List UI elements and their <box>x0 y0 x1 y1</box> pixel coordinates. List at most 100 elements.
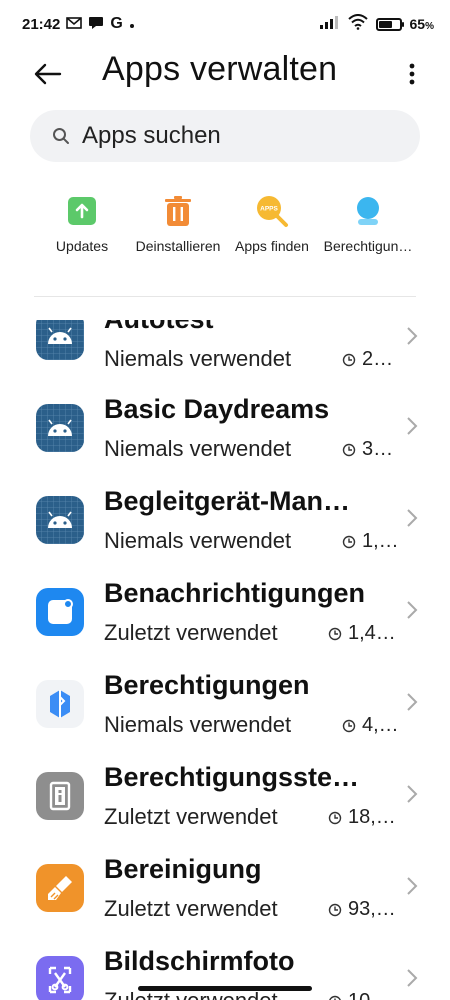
screenshot-app-icon <box>36 956 84 1000</box>
search-input[interactable] <box>80 121 384 151</box>
app-size-value: 18,… <box>348 806 396 828</box>
app-size: 4,… <box>342 714 399 737</box>
app-size-value: 4,… <box>362 714 399 736</box>
chevron-right-icon <box>407 509 418 527</box>
status-time: 21:42 <box>22 15 61 33</box>
status-right: 65% <box>319 14 434 34</box>
permission-icon <box>351 194 385 228</box>
app-name: Berechtigungsste… <box>104 762 360 792</box>
app-header: Apps verwalten <box>0 48 450 100</box>
quick-actions: Updates Deinstallieren APPS Apps finden … <box>0 190 450 270</box>
action-updates[interactable]: Updates <box>27 190 137 254</box>
app-name: Benachrichtigungen <box>104 578 366 608</box>
app-size: 1,4… <box>328 622 396 645</box>
wifi-icon <box>347 14 368 34</box>
android-icon <box>36 496 84 544</box>
app-status: Zuletzt verwendet <box>104 804 278 829</box>
app-size-value: 2… <box>362 348 394 370</box>
permissions-app-icon <box>36 680 84 728</box>
page-title: Apps verwalten <box>102 50 338 88</box>
clock-icon <box>328 627 342 640</box>
action-find-apps[interactable]: APPS Apps finden <box>217 190 327 254</box>
app-size-value: 93,… <box>348 898 396 920</box>
app-status: Zuletzt verwendet <box>104 896 278 921</box>
app-name: Basic Daydreams <box>104 394 330 424</box>
more-options-button[interactable] <box>398 56 426 92</box>
app-name: Bildschirmfoto <box>104 946 295 976</box>
divider <box>34 296 416 297</box>
app-size: 2… <box>342 348 393 371</box>
app-size: 3… <box>342 438 393 461</box>
app-size-value: 1,… <box>362 530 399 552</box>
notification-app-icon <box>36 588 84 636</box>
cleaner-app-icon <box>36 864 84 912</box>
battery-text: 65% <box>410 16 434 32</box>
app-status: Niemals verwendet <box>104 436 292 461</box>
apps-icon-text: APPS <box>260 206 278 213</box>
list-item[interactable]: Bereinigung Zuletzt verwendet 93,… <box>0 852 450 944</box>
chevron-right-icon <box>407 969 418 987</box>
dot-icon <box>129 17 135 32</box>
mail-icon <box>66 16 83 32</box>
chevron-right-icon <box>407 785 418 803</box>
list-item[interactable]: Benachrichtigungen Zuletzt verwendet 1,4… <box>0 576 450 668</box>
app-status: Niemals verwendet <box>104 528 292 553</box>
search-icon <box>53 128 69 144</box>
app-status: Niemals verwendet <box>104 712 292 737</box>
search-bar[interactable] <box>30 110 420 162</box>
app-name: Bereinigung <box>104 854 262 884</box>
app-size: 93,… <box>328 898 396 921</box>
chevron-right-icon <box>407 877 418 895</box>
list-item[interactable]: Autotest Niemals verwendet 2… <box>0 320 450 392</box>
clock-icon <box>342 535 356 548</box>
app-size: 1,… <box>342 530 399 553</box>
chevron-right-icon <box>407 601 418 619</box>
google-icon: G <box>110 15 123 32</box>
chevron-right-icon <box>407 327 418 345</box>
action-permissions[interactable]: Berechtigun… <box>313 190 423 254</box>
back-arrow-icon <box>34 63 62 85</box>
apps-search-icon: APPS <box>255 194 289 228</box>
action-label: Apps finden <box>235 238 309 254</box>
clock-icon <box>342 353 356 366</box>
android-icon <box>36 320 84 360</box>
status-bar: 21:42 G 65% <box>0 0 450 48</box>
battery-percent-symbol: % <box>425 21 434 32</box>
chevron-right-icon <box>407 693 418 711</box>
status-left: 21:42 G <box>22 15 135 33</box>
trash-icon <box>161 194 195 228</box>
app-size: 10,… <box>328 990 396 1000</box>
app-size-value: 3… <box>362 438 394 460</box>
signal-icon <box>319 15 340 33</box>
upload-icon <box>65 194 99 228</box>
more-vertical-icon <box>409 63 415 85</box>
list-item[interactable]: Berechtigungen Niemals verwendet 4,… <box>0 668 450 760</box>
list-item[interactable]: Berechtigungsste… Zuletzt verwendet 18,… <box>0 760 450 852</box>
clock-icon <box>342 443 356 456</box>
list-item[interactable]: Bildschirmfoto Zuletzt verwendet 10,… <box>0 944 450 1000</box>
clock-icon <box>328 995 342 1000</box>
app-status: Zuletzt verwendet <box>104 620 278 645</box>
message-icon <box>88 16 104 33</box>
list-item[interactable]: Basic Daydreams Niemals verwendet 3… <box>0 392 450 484</box>
app-list: Autotest Niemals verwendet 2… Basic Dayd… <box>0 320 450 1000</box>
app-name: Autotest <box>104 320 214 335</box>
chevron-right-icon <box>407 417 418 435</box>
battery-icon <box>375 17 404 31</box>
app-status: Niemals verwendet <box>104 346 292 371</box>
info-app-icon <box>36 772 84 820</box>
clock-icon <box>328 811 342 824</box>
action-label: Berechtigun… <box>323 238 413 254</box>
battery-fill <box>378 20 392 28</box>
app-size: 18,… <box>328 806 396 829</box>
app-name: Begleitgerät-Man… <box>104 486 351 516</box>
list-item[interactable]: Begleitgerät-Man… Niemals verwendet 1,… <box>0 484 450 576</box>
app-size-value: 10,… <box>348 990 396 1000</box>
gesture-nav-handle[interactable] <box>138 986 312 991</box>
back-button[interactable] <box>28 54 68 94</box>
action-label: Updates <box>55 238 109 254</box>
app-size-value: 1,4… <box>348 622 396 644</box>
app-name: Berechtigungen <box>104 670 310 700</box>
battery-value: 65 <box>409 16 426 32</box>
android-icon <box>36 404 84 452</box>
